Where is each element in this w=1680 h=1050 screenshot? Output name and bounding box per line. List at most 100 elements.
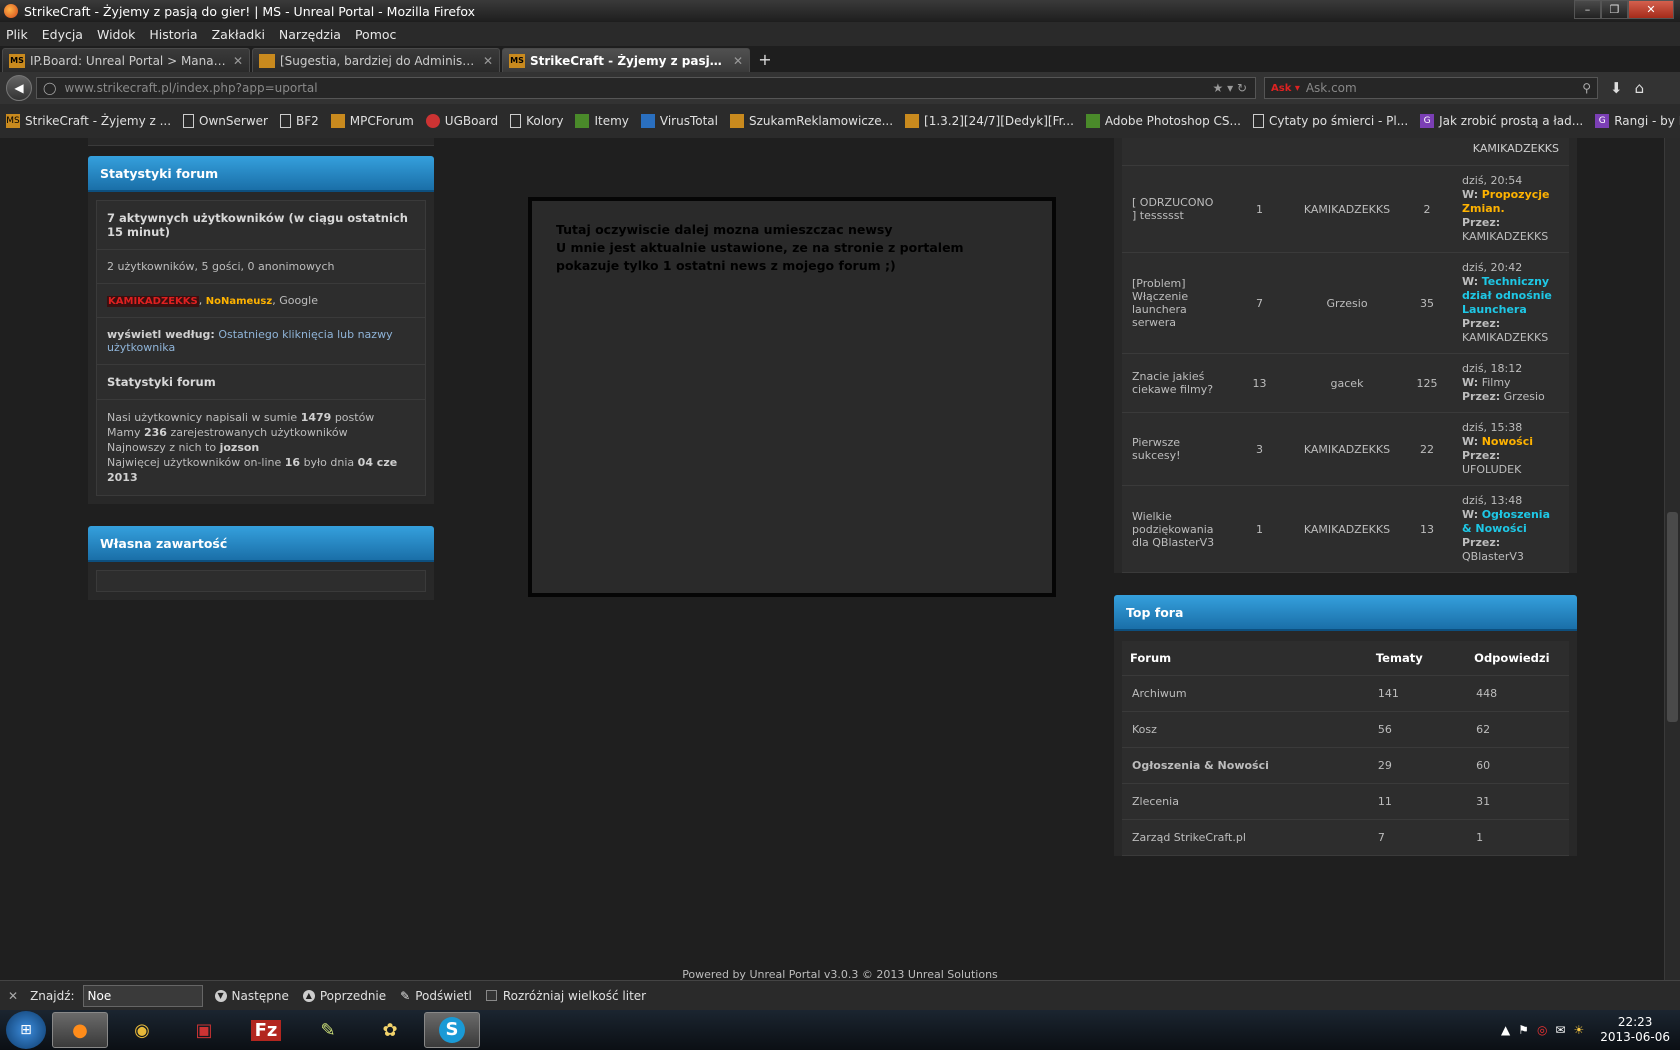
forum-link[interactable]: Archiwum [1122, 675, 1368, 712]
start-button[interactable]: ⊞ [6, 1011, 46, 1049]
taskbar-notepad[interactable]: ✎ [300, 1012, 356, 1048]
cut-author[interactable]: KAMIKADZEKKS [1473, 142, 1559, 155]
browser-tab[interactable]: MS IP.Board: Unreal Portal > Manage Un..… [2, 48, 250, 72]
bookmark-star-icon[interactable]: ★ ▾ ↻ [1213, 81, 1247, 95]
taskbar-save[interactable]: ▣ [176, 1012, 232, 1048]
maximize-button[interactable]: ❐ [1601, 0, 1628, 19]
bookmark-item[interactable]: Kolory [510, 114, 563, 128]
topic-title-link[interactable]: Znacie jakieś ciekawe filmy? [1122, 353, 1227, 413]
downloads-icon[interactable]: ⬇ [1610, 79, 1623, 97]
scrollbar-thumb[interactable] [1667, 512, 1678, 722]
minimize-button[interactable]: – [1574, 0, 1601, 19]
bookmark-item[interactable]: UGBoard [425, 114, 498, 128]
opera-icon[interactable]: ◎ [1537, 1023, 1547, 1037]
top-fora-panel: Forum Tematy Odpowiedzi Archiwum 141 448 Ko… [1114, 631, 1577, 856]
close-tab-icon[interactable]: ✕ [733, 54, 743, 68]
taskbar-paint[interactable]: ✿ [362, 1012, 418, 1048]
close-tab-icon[interactable]: ✕ [483, 54, 493, 68]
forum-link[interactable]: Kosz [1122, 711, 1368, 748]
forum-link[interactable]: Ogłoszenia & Nowości [1122, 747, 1368, 784]
url-bar[interactable]: ◯ www.strikecraft.pl/index.php?app=uport… [36, 77, 1256, 99]
ask-engine-icon[interactable]: Ask ▾ [1271, 83, 1300, 94]
new-tab-button[interactable]: + [752, 50, 778, 72]
col-header: Odpowiedzi [1466, 641, 1569, 676]
browser-tab-active[interactable]: MS StrikeCraft - Żyjemy z pasją do gie..… [502, 48, 750, 72]
tab-label: StrikeCraft - Żyjemy z pasją do gie... [530, 53, 727, 68]
topic-author[interactable]: KAMIKADZEKKS [1292, 485, 1402, 573]
menu-plik[interactable]: Plik [6, 27, 28, 42]
home-icon[interactable]: ⌂ [1635, 79, 1645, 97]
topic-author[interactable]: Grzesio [1292, 252, 1402, 354]
forum-link[interactable]: Zarząd StrikeCraft.pl [1122, 819, 1368, 856]
forum-link[interactable]: Zlecenia [1122, 783, 1368, 820]
taskbar-filezilla[interactable]: Fz [238, 1012, 294, 1048]
close-tab-icon[interactable]: ✕ [233, 54, 243, 68]
bookmark-item[interactable]: Itemy [575, 114, 629, 128]
taskbar-chrome[interactable]: ◉ [114, 1012, 170, 1048]
user-link[interactable]: NoNameusz [206, 296, 272, 307]
user-link[interactable]: Grzesio [1504, 390, 1545, 403]
topic-author[interactable]: gacek [1292, 353, 1402, 413]
menu-narzedzia[interactable]: Narzędzia [279, 27, 341, 42]
match-case-checkbox[interactable]: Rozróżniaj wielkość liter [485, 989, 646, 1003]
find-next-button[interactable]: ▼ Następne [214, 989, 289, 1003]
g-favicon-icon: G [1420, 114, 1435, 128]
bookmark-item[interactable]: Adobe Photoshop CS... [1085, 114, 1241, 128]
bookmark-item[interactable]: BF2 [279, 114, 319, 128]
message-icon[interactable]: ✉ [1555, 1023, 1565, 1037]
bookmark-item[interactable]: MS StrikeCraft - Żyjemy z ... [6, 114, 171, 128]
forum-link[interactable]: Filmy [1482, 376, 1511, 389]
bookmark-item[interactable]: OwnSerwer [183, 114, 268, 128]
checkbox-box[interactable] [485, 990, 497, 1001]
menu-historia[interactable]: Historia [149, 27, 197, 42]
bookmark-item[interactable]: MPCForum [330, 114, 414, 128]
search-icon[interactable]: ⚲ [1582, 81, 1591, 95]
taskbar-skype[interactable]: S [424, 1012, 480, 1048]
close-findbar-icon[interactable]: ✕ [8, 989, 18, 1003]
user-link[interactable]: KAMIKADZEKKS [1462, 331, 1548, 344]
topic-title-link[interactable]: Pierwsze sukcesy! [1122, 412, 1227, 486]
user-link[interactable]: KAMIKADZEKKS [1462, 230, 1548, 243]
close-window-button[interactable]: ✕ [1628, 0, 1674, 19]
find-input[interactable] [82, 984, 203, 1007]
user-link[interactable]: QBlasterV3 [1462, 550, 1524, 563]
flag-icon[interactable]: ⚑ [1518, 1023, 1529, 1037]
bookmark-item[interactable]: [1.3.2][24/7][Dedyk][Fr... [905, 114, 1074, 128]
clock[interactable]: 22:23 2013-06-06 [1600, 1015, 1670, 1045]
bookmark-item[interactable]: GRangi - by Broniu - Gr... [1595, 114, 1680, 128]
topic-author[interactable]: KAMIKADZEKKS [1292, 412, 1402, 486]
find-prev-button[interactable]: ▲ Poprzednie [302, 989, 386, 1003]
browser-tab[interactable]: [Sugestia, bardziej do Administrator... … [252, 48, 500, 72]
newest-user-link[interactable]: jozson [220, 441, 260, 454]
weather-icon[interactable]: ☀ [1573, 1023, 1584, 1037]
menu-zakladki[interactable]: Zakładki [212, 27, 265, 42]
menu-pomoc[interactable]: Pomoc [355, 27, 396, 42]
menu-edycja[interactable]: Edycja [42, 27, 83, 42]
identity-icon[interactable]: ◯ [43, 81, 56, 95]
bookmark-item[interactable]: G Jak zrobić prostą a ład... [1420, 114, 1583, 128]
topic-author[interactable]: KAMIKADZEKKS [1292, 166, 1402, 253]
news-box: Tutaj oczywiscie dalej mozna umieszczac … [528, 197, 1056, 597]
user-link[interactable]: KAMIKADZEKKS [107, 296, 199, 307]
tray-expand-icon[interactable]: ▲ [1501, 1023, 1510, 1037]
bookmark-item[interactable]: VirusTotal [640, 114, 718, 128]
topic-views: 13 [1402, 485, 1452, 573]
back-button[interactable]: ◀ [6, 75, 32, 101]
page-scrollbar[interactable] [1664, 138, 1680, 980]
topic-title-link[interactable]: [ ODRZUCONO ] tessssst [1122, 166, 1227, 253]
topic-title-link[interactable]: [Problem] Włączenie launchera serwera [1122, 252, 1227, 354]
highlight-button[interactable]: ✎ Podświetl [400, 989, 472, 1003]
bookmark-item[interactable]: Cytaty po śmierci - Pl... [1252, 114, 1408, 128]
user-link[interactable]: Google [279, 294, 318, 307]
search-bar[interactable]: Ask ▾ Ask.com ⚲ [1264, 77, 1598, 99]
bookmark-item[interactable]: SzukamReklamowicze... [730, 114, 893, 128]
tab-label: IP.Board: Unreal Portal > Manage Un... [30, 53, 227, 68]
user-link[interactable]: UFOLUDEK [1462, 463, 1521, 476]
topic-title-link[interactable]: Wielkie podziękowania dla QBlasterV3 [1122, 485, 1227, 573]
forum-link[interactable]: Nowości [1482, 435, 1533, 448]
menu-widok[interactable]: Widok [97, 27, 135, 42]
topic-replies: 13 [1227, 353, 1292, 413]
up-arrow-icon: ▲ [302, 989, 315, 1002]
taskbar-firefox[interactable]: ● [52, 1012, 108, 1048]
table-row: [ ODRZUCONO ] tessssst 1 KAMIKADZEKKS 2 dziś… [1122, 166, 1569, 253]
